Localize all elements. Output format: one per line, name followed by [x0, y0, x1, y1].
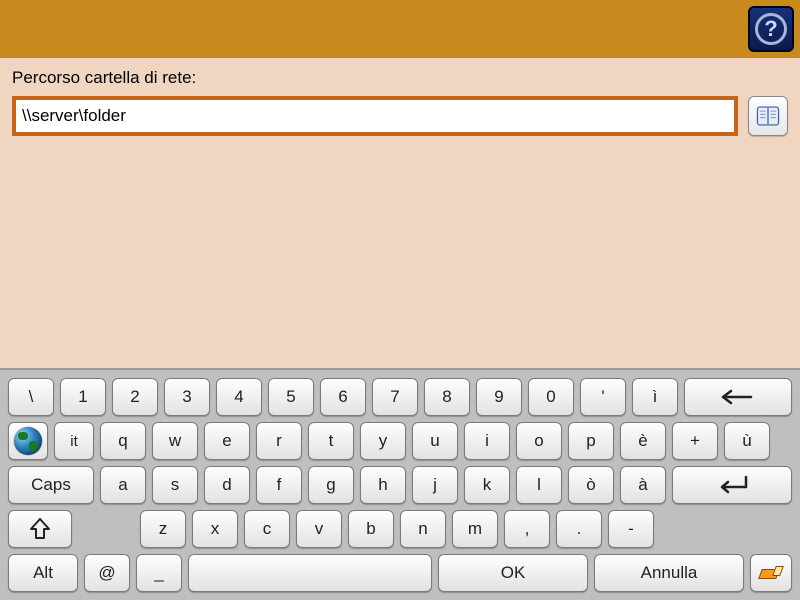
key-z[interactable]: z	[140, 510, 186, 548]
shift-icon	[29, 517, 51, 541]
key-l[interactable]: l	[516, 466, 562, 504]
key-f[interactable]: f	[256, 466, 302, 504]
key-b[interactable]: b	[348, 510, 394, 548]
key-backslash[interactable]: \	[8, 378, 54, 416]
key-8[interactable]: 8	[424, 378, 470, 416]
key-language-globe[interactable]	[8, 422, 48, 460]
key-6[interactable]: 6	[320, 378, 366, 416]
key-plus[interactable]: +	[672, 422, 718, 460]
key-c[interactable]: c	[244, 510, 290, 548]
key-space[interactable]	[188, 554, 432, 592]
key-j[interactable]: j	[412, 466, 458, 504]
globe-icon	[14, 427, 42, 455]
key-u-grave[interactable]: ù	[724, 422, 770, 460]
help-icon: ?	[755, 13, 787, 45]
key-a-grave[interactable]: à	[620, 466, 666, 504]
key-period[interactable]: .	[556, 510, 602, 548]
field-label: Percorso cartella di rete:	[12, 68, 788, 88]
book-icon	[755, 103, 781, 129]
cancel-button[interactable]: Annulla	[594, 554, 744, 592]
key-0[interactable]: 0	[528, 378, 574, 416]
path-input-wrap[interactable]	[12, 96, 738, 136]
key-h[interactable]: h	[360, 466, 406, 504]
key-caps[interactable]: Caps	[8, 466, 94, 504]
enter-icon	[712, 474, 752, 496]
eraser-icon	[758, 563, 784, 583]
key-shift[interactable]	[8, 510, 72, 548]
key-i-grave[interactable]: ì	[632, 378, 678, 416]
key-s[interactable]: s	[152, 466, 198, 504]
path-input[interactable]	[22, 106, 728, 126]
key-y[interactable]: y	[360, 422, 406, 460]
key-i[interactable]: i	[464, 422, 510, 460]
key-k[interactable]: k	[464, 466, 510, 504]
title-bar: ?	[0, 0, 800, 58]
keyboard-row-2: it q w e r t y u i o p è + ù	[8, 422, 792, 460]
keyboard-row-5: Alt @ _ OK Annulla	[8, 554, 792, 592]
key-4[interactable]: 4	[216, 378, 262, 416]
key-backspace[interactable]	[684, 378, 792, 416]
key-u[interactable]: u	[412, 422, 458, 460]
key-language-code[interactable]: it	[54, 422, 94, 460]
key-2[interactable]: 2	[112, 378, 158, 416]
key-9[interactable]: 9	[476, 378, 522, 416]
on-screen-keyboard: \ 1 2 3 4 5 6 7 8 9 0 ' ì it q w e r t y…	[0, 368, 800, 600]
backspace-icon	[721, 388, 755, 406]
keyboard-row-1: \ 1 2 3 4 5 6 7 8 9 0 ' ì	[8, 378, 792, 416]
key-w[interactable]: w	[152, 422, 198, 460]
key-1[interactable]: 1	[60, 378, 106, 416]
key-g[interactable]: g	[308, 466, 354, 504]
key-7[interactable]: 7	[372, 378, 418, 416]
key-n[interactable]: n	[400, 510, 446, 548]
help-button[interactable]: ?	[748, 6, 794, 52]
content-area: Percorso cartella di rete:	[0, 58, 800, 136]
key-x[interactable]: x	[192, 510, 238, 548]
key-q[interactable]: q	[100, 422, 146, 460]
address-book-button[interactable]	[748, 96, 788, 136]
key-underscore[interactable]: _	[136, 554, 182, 592]
key-v[interactable]: v	[296, 510, 342, 548]
key-p[interactable]: p	[568, 422, 614, 460]
key-o[interactable]: o	[516, 422, 562, 460]
key-o-grave[interactable]: ò	[568, 466, 614, 504]
key-apostrophe[interactable]: '	[580, 378, 626, 416]
key-e[interactable]: e	[204, 422, 250, 460]
ok-button[interactable]: OK	[438, 554, 588, 592]
key-e-grave[interactable]: è	[620, 422, 666, 460]
key-5[interactable]: 5	[268, 378, 314, 416]
key-enter[interactable]	[672, 466, 792, 504]
key-at[interactable]: @	[84, 554, 130, 592]
key-comma[interactable]: ,	[504, 510, 550, 548]
clear-button[interactable]	[750, 554, 792, 592]
key-t[interactable]: t	[308, 422, 354, 460]
key-d[interactable]: d	[204, 466, 250, 504]
key-a[interactable]: a	[100, 466, 146, 504]
key-alt[interactable]: Alt	[8, 554, 78, 592]
input-row	[12, 96, 788, 136]
keyboard-row-4: z x c v b n m , . -	[8, 510, 792, 548]
keyboard-row-3: Caps a s d f g h j k l ò à	[8, 466, 792, 504]
key-3[interactable]: 3	[164, 378, 210, 416]
key-m[interactable]: m	[452, 510, 498, 548]
key-hyphen[interactable]: -	[608, 510, 654, 548]
key-r[interactable]: r	[256, 422, 302, 460]
